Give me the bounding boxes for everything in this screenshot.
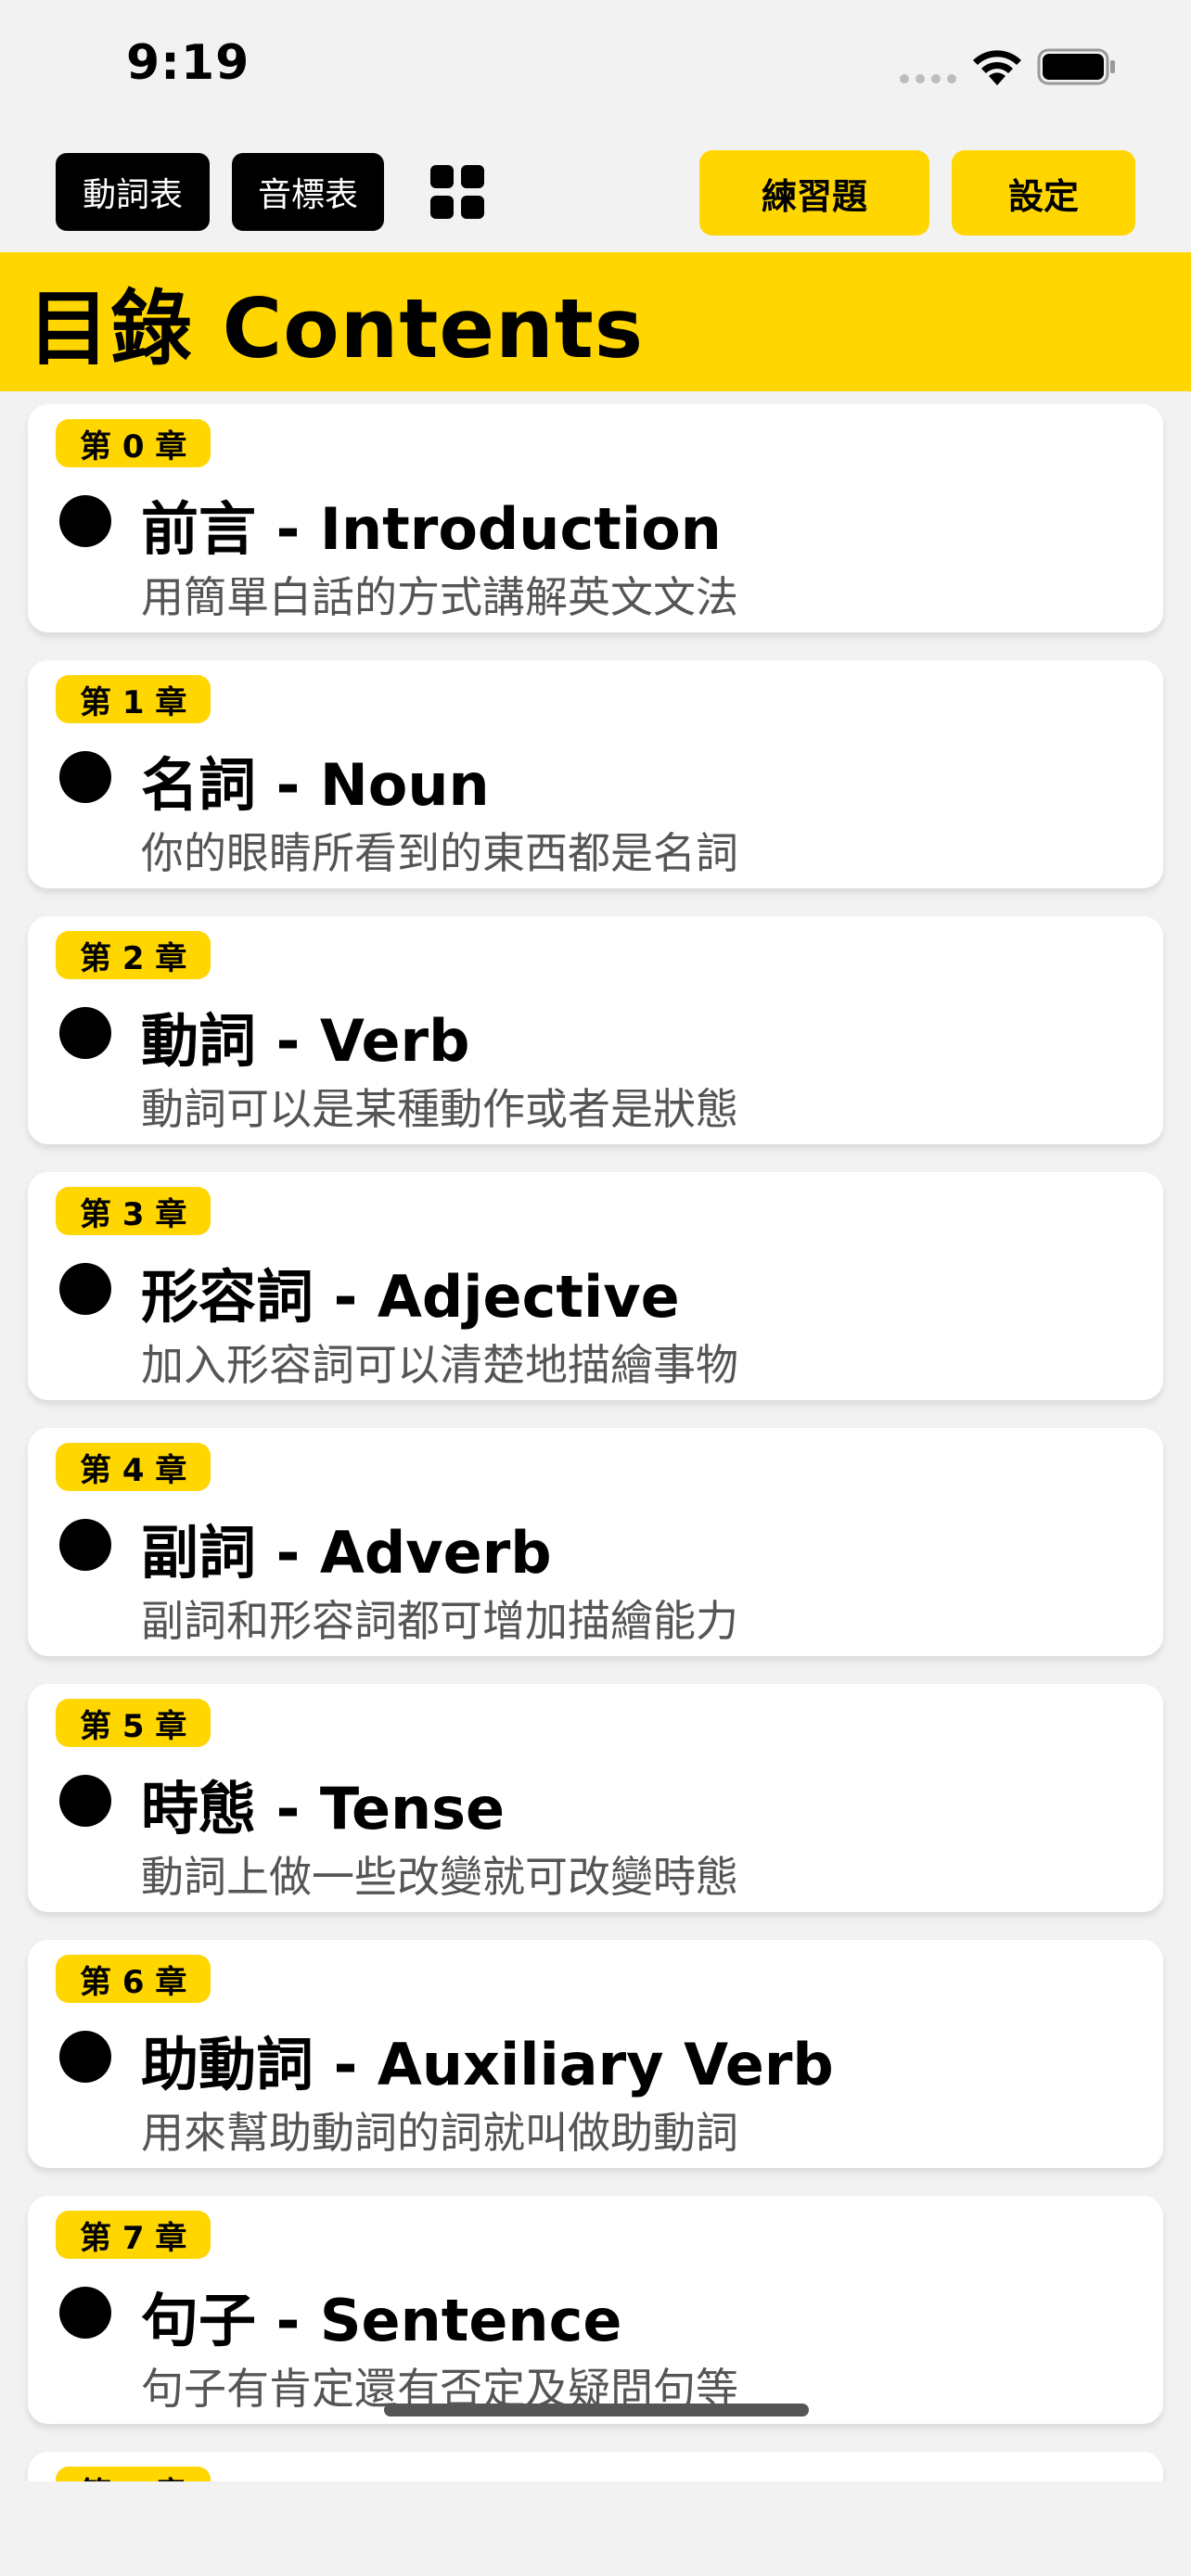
- chapter-card-3[interactable]: 第 3 章 形容詞 - Adjective 加入形容詞可以清楚地描繪事物: [28, 1172, 1163, 1400]
- toolbar: 動詞表 音標表 練習題 設定: [0, 139, 1191, 250]
- chapter-badge: 第 5 章: [56, 1699, 211, 1747]
- chapter-subtitle: 你的眼睛所看到的東西都是名詞: [141, 828, 738, 878]
- chapter-subtitle: 用來幫助動詞的詞就叫做助動詞: [141, 2108, 738, 2158]
- chapter-title: 形容詞 - Adjective: [141, 1263, 680, 1331]
- status-time: 9:19: [126, 35, 250, 91]
- bullet-icon: [59, 1519, 111, 1571]
- home-indicator[interactable]: [384, 2404, 809, 2417]
- chapter-subtitle: 動詞上做一些改變就可改變時態: [141, 1852, 738, 1902]
- bullet-icon: [59, 2287, 111, 2339]
- chapter-badge: 第 6 章: [56, 1955, 211, 2003]
- chapter-title: 名詞 - Noun: [141, 751, 490, 819]
- chapter-title: 助動詞 - Auxiliary Verb: [141, 2031, 834, 2098]
- chapter-title: 前言 - Introduction: [141, 495, 722, 563]
- chapter-badge: 第 3 章: [56, 1187, 211, 1235]
- chapter-subtitle: 副詞和形容詞都可增加描繪能力: [141, 1596, 738, 1646]
- practice-button[interactable]: 練習題: [699, 150, 929, 236]
- chapter-list[interactable]: 第 0 章 前言 - Introduction 用簡單白話的方式講解英文文法 第…: [0, 404, 1191, 2481]
- chapter-card-2[interactable]: 第 2 章 動詞 - Verb 動詞可以是某種動作或者是狀態: [28, 916, 1163, 1144]
- battery-icon: [1037, 48, 1115, 85]
- bullet-icon: [59, 2031, 111, 2083]
- wifi-icon: [973, 50, 1021, 85]
- chapter-subtitle: 動詞可以是某種動作或者是狀態: [141, 1084, 738, 1134]
- chapter-badge: 第 2 章: [56, 931, 211, 979]
- chapter-card-0[interactable]: 第 0 章 前言 - Introduction 用簡單白話的方式講解英文文法: [28, 404, 1163, 632]
- chapter-title: 動詞 - Verb: [141, 1007, 470, 1075]
- verb-table-button[interactable]: 動詞表: [56, 153, 210, 231]
- bullet-icon: [59, 1775, 111, 1827]
- phonetic-table-button[interactable]: 音標表: [232, 153, 384, 231]
- bullet-icon: [59, 1263, 111, 1315]
- chapter-title: 時態 - Tense: [141, 1775, 506, 1843]
- title-banner: 目錄 Contents: [0, 252, 1191, 391]
- bullet-icon: [59, 751, 111, 803]
- chapter-subtitle: 加入形容詞可以清楚地描繪事物: [141, 1340, 738, 1390]
- chapter-card-7[interactable]: 第 7 章 句子 - Sentence 句子有肯定還有否定及疑問句等: [28, 2196, 1163, 2424]
- chapter-card-6[interactable]: 第 6 章 助動詞 - Auxiliary Verb 用來幫助動詞的詞就叫做助動…: [28, 1940, 1163, 2168]
- status-bar: 9:19: [0, 0, 1191, 134]
- bullet-icon: [59, 495, 111, 547]
- bullet-icon: [59, 1007, 111, 1059]
- chapter-card-5[interactable]: 第 5 章 時態 - Tense 動詞上做一些改變就可改變時態: [28, 1684, 1163, 1912]
- chapter-badge: 第 7 章: [56, 2211, 211, 2259]
- chapter-badge: 第 1 章: [56, 675, 211, 723]
- chapter-title: 副詞 - Adverb: [141, 1519, 552, 1587]
- chapter-card-4[interactable]: 第 4 章 副詞 - Adverb 副詞和形容詞都可增加描繪能力: [28, 1428, 1163, 1656]
- chapter-title: 句子 - Sentence: [141, 2287, 622, 2354]
- page-title: 目錄 Contents: [28, 280, 645, 376]
- cellular-signal-icon: [900, 74, 956, 83]
- chapter-badge: 第 0 章: [56, 419, 211, 467]
- chapter-badge: 第 8 章: [56, 2467, 211, 2481]
- chapter-badge: 第 4 章: [56, 1443, 211, 1491]
- chapter-card-8[interactable]: 第 8 章: [28, 2452, 1163, 2481]
- grid-view-icon[interactable]: [430, 165, 484, 219]
- settings-button[interactable]: 設定: [952, 150, 1135, 236]
- chapter-subtitle: 用簡單白話的方式講解英文文法: [141, 572, 738, 622]
- chapter-card-1[interactable]: 第 1 章 名詞 - Noun 你的眼睛所看到的東西都是名詞: [28, 660, 1163, 888]
